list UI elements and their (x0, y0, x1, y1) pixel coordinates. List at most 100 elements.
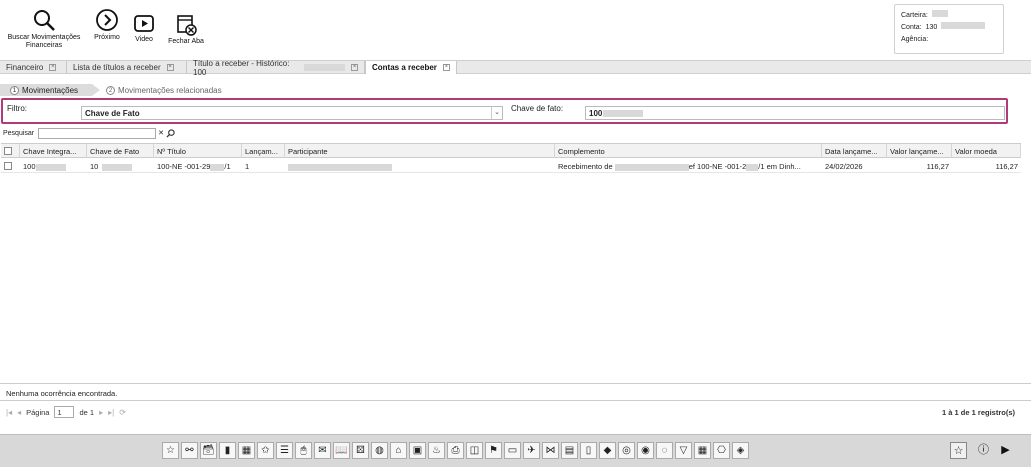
dock-app-icon[interactable]: ◌ (656, 442, 673, 459)
refresh-icon[interactable]: ⟳ (119, 408, 126, 417)
dock-app-icon[interactable]: ✩ (257, 442, 274, 459)
dock-app-icon[interactable]: ▦ (238, 442, 255, 459)
masked-text (614, 163, 689, 171)
movimentacoes-table: Chave Integra... Chave de Fato Nº Título… (1, 143, 1021, 382)
cell-data-lancamento: 24/02/2026 (825, 162, 863, 171)
conta-value: 130 (925, 24, 938, 31)
help-icon[interactable]: ⓘ (975, 442, 992, 459)
dock-app-icon[interactable]: ◍ (371, 442, 388, 459)
dock-app-icon[interactable]: ✈ (523, 442, 540, 459)
first-page-icon[interactable]: |◂ (6, 408, 12, 417)
chave-fato-input[interactable]: 100 (585, 106, 1005, 120)
tab-label: Financeiro (6, 63, 44, 72)
dock-app-icon[interactable]: ♨ (428, 442, 445, 459)
close-tab-icon (177, 15, 197, 36)
filtro-label: Filtro: (7, 104, 27, 113)
col-lancamento[interactable]: Lançam... (242, 144, 285, 158)
col-complemento[interactable]: Complemento (555, 144, 822, 158)
select-all-checkbox[interactable] (4, 147, 12, 155)
prev-page-icon[interactable]: ◂ (17, 408, 21, 417)
chave-fato-value: 10 (90, 162, 99, 171)
dock-app-icon[interactable]: ⚯ (181, 442, 198, 459)
dock-app-icon[interactable]: ☰ (276, 442, 293, 459)
buscar-movimentacoes-button[interactable]: Buscar Movimentações Financeiras (4, 8, 84, 50)
page-input[interactable]: 1 (54, 406, 75, 418)
close-icon[interactable]: × (166, 64, 174, 71)
next-page-icon[interactable]: ▸ (99, 408, 103, 417)
dock-app-icon[interactable]: 📖 (333, 442, 350, 459)
fechar-aba-button[interactable]: Fechar Aba (164, 14, 208, 46)
bottom-bar: ☆ ⚯ 🗃 ▮ ▦ ✩ ☰ 🖱 ✉ 📖 ⚄ ◍ ⌂ ▣ ♨ ⎙ ◫ ⚑ ▭ ✈ ⋈ ▤ ▯ ◆ ◎ ◉ ◌ ▽ ▦ ⎔ ◈ ☆ ⓘ ▶ (0, 434, 1031, 467)
step-movimentacoes-relacionadas[interactable]: 2 Movimentações relacionadas (96, 84, 246, 96)
complemento-b: ef 100-NE -001-2 (688, 162, 747, 171)
dock-app-icon[interactable]: ▤ (561, 442, 578, 459)
dock-app-icon[interactable]: ▯ (580, 442, 597, 459)
close-icon[interactable]: × (49, 64, 57, 71)
step-number: 1 (10, 85, 19, 95)
tab-contas-receber[interactable]: Contas a receber × (365, 61, 457, 74)
col-data-lancamento[interactable]: Data lançame... (822, 144, 887, 158)
tab-lista-titulos[interactable]: Lista de títulos a receber × (67, 61, 187, 74)
clear-icon[interactable]: ✕ (158, 129, 164, 137)
account-panel: Carteira: Conta: 130 Agência: (894, 4, 1004, 54)
favorite-add-icon[interactable]: ☆ (950, 442, 967, 459)
dock-app-icon[interactable]: ◈ (732, 442, 749, 459)
col-chave-integra[interactable]: Chave Integra... (20, 144, 87, 158)
search-icon (34, 10, 55, 31)
cell-chave-integra: 100 (20, 159, 87, 173)
search-icon[interactable] (166, 128, 175, 138)
dock-app-icon[interactable]: ✉ (314, 442, 331, 459)
dock-app-icon[interactable]: ▣ (409, 442, 426, 459)
tab-financeiro[interactable]: Financeiro × (0, 61, 67, 74)
col-chave-fato[interactable]: Chave de Fato (87, 144, 154, 158)
cell-complemento: Recebimento de ef 100-NE -001-2/1 em Din… (555, 159, 822, 173)
col-valor-moeda[interactable]: Valor moeda (952, 144, 1021, 158)
play-icon[interactable]: ▶ (997, 442, 1014, 459)
toolbar: Buscar Movimentações Financeiras Próximo… (0, 0, 1031, 60)
dock-app-icon[interactable]: ▮ (219, 442, 236, 459)
col-participante[interactable]: Participante (285, 144, 555, 158)
dock-app-icon[interactable]: ◉ (637, 442, 654, 459)
search-bar: Pesquisar ✕ (3, 127, 175, 139)
buscar-label: Buscar Movimentações Financeiras (7, 34, 81, 49)
records-total: 1 à 1 de 1 registro(s) (942, 408, 1015, 417)
proximo-label: Próximo (94, 34, 120, 41)
filtro-select[interactable]: Chave de Fato ⌄ (81, 106, 503, 120)
dock-app-icon[interactable]: ☆ (162, 442, 179, 459)
chevron-down-icon[interactable]: ⌄ (491, 107, 502, 119)
video-button[interactable]: Video (130, 14, 158, 44)
dock-app-icon[interactable]: ▽ (675, 442, 692, 459)
tab-label: Título a receber - Histórico: 100 (193, 58, 290, 77)
col-valor-lancamento[interactable]: Valor lançame... (887, 144, 952, 158)
dock-app-icon[interactable]: ◆ (599, 442, 616, 459)
dock-app-icon[interactable]: ⚄ (352, 442, 369, 459)
table-header: Chave Integra... Chave de Fato Nº Título… (1, 144, 1021, 158)
dock-app-icon[interactable]: 🗃 (200, 442, 217, 459)
dock-app-icon[interactable]: ▭ (504, 442, 521, 459)
row-checkbox[interactable] (4, 162, 12, 170)
masked-text (35, 163, 66, 171)
dock-app-icon[interactable]: ▦ (694, 442, 711, 459)
step-movimentacoes[interactable]: 1 Movimentações (0, 84, 100, 96)
dock-app-icon[interactable]: ⎔ (713, 442, 730, 459)
conta-label: Conta: (901, 24, 922, 31)
close-icon[interactable]: × (442, 64, 450, 71)
dock-app-icon[interactable]: ⚑ (485, 442, 502, 459)
dock-app-icon[interactable]: ⎙ (447, 442, 464, 459)
col-numero-titulo[interactable]: Nº Título (154, 144, 242, 158)
step-label: Movimentações (22, 85, 79, 95)
dock-app-icon[interactable]: ⌂ (390, 442, 407, 459)
dock-app-icon[interactable]: ⋈ (542, 442, 559, 459)
dock-app-icon[interactable]: ◫ (466, 442, 483, 459)
close-icon[interactable]: × (351, 64, 358, 71)
chave-fato-label: Chave de fato: (511, 104, 564, 113)
dock-app-icon[interactable]: 🖱 (295, 442, 312, 459)
search-input[interactable] (38, 127, 157, 139)
dock-app-icon[interactable]: ◎ (618, 442, 635, 459)
last-page-icon[interactable]: ▸| (108, 408, 114, 417)
proximo-button[interactable]: Próximo (90, 8, 124, 42)
tab-titulo-historico[interactable]: Título a receber - Histórico: 100 × (187, 58, 365, 77)
cell-lancamento: 1 (245, 162, 250, 171)
titulo-value: 100-NE -001-29 (157, 162, 211, 171)
table-row[interactable]: 100 10 100-NE -001-29/1 1 Recebimento de… (1, 159, 1021, 173)
